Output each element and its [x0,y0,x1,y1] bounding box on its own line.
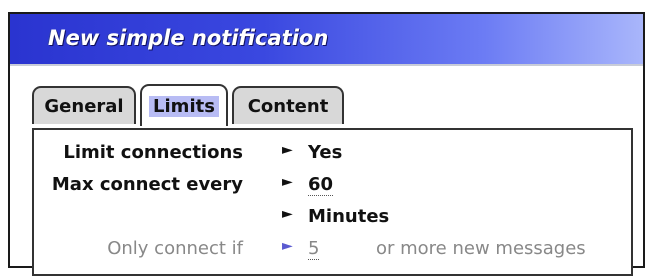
right-arrow-icon: ► [282,238,293,254]
only-connect-if-label: Only connect if [107,238,243,259]
right-arrow-icon[interactable]: ► [282,206,293,222]
only-connect-if-value: 5 [308,238,320,260]
max-connect-every-label: Max connect every [51,174,243,195]
tab-content[interactable]: Content [232,86,344,124]
only-connect-if-row: Only connect if ► 5 or more new messages [34,238,631,262]
dialog-window: New simple notification General Limits C… [8,12,645,276]
only-connect-if-suffix: or more new messages [376,238,586,259]
limits-panel: Limit connections ► Yes Max connect ever… [32,128,633,276]
limit-connections-label: Limit connections [63,142,243,163]
tab-limits[interactable]: Limits [140,84,228,126]
right-arrow-icon[interactable]: ► [282,174,293,190]
unit-row[interactable]: ► Minutes [34,206,631,230]
window-title: New simple notification [48,26,329,50]
title-bar[interactable]: New simple notification [10,14,643,66]
tab-general[interactable]: General [32,86,136,124]
limit-connections-row[interactable]: Limit connections ► Yes [34,142,631,166]
limit-connections-value[interactable]: Yes [308,142,342,163]
right-arrow-icon[interactable]: ► [282,142,293,158]
max-connect-every-row[interactable]: Max connect every ► 60 [34,174,631,198]
tab-content-label: Content [247,95,329,117]
max-connect-every-value[interactable]: 60 [308,174,334,196]
tab-general-label: General [44,95,124,117]
unit-value[interactable]: Minutes [308,206,389,227]
tab-limits-label: Limits [149,95,219,117]
